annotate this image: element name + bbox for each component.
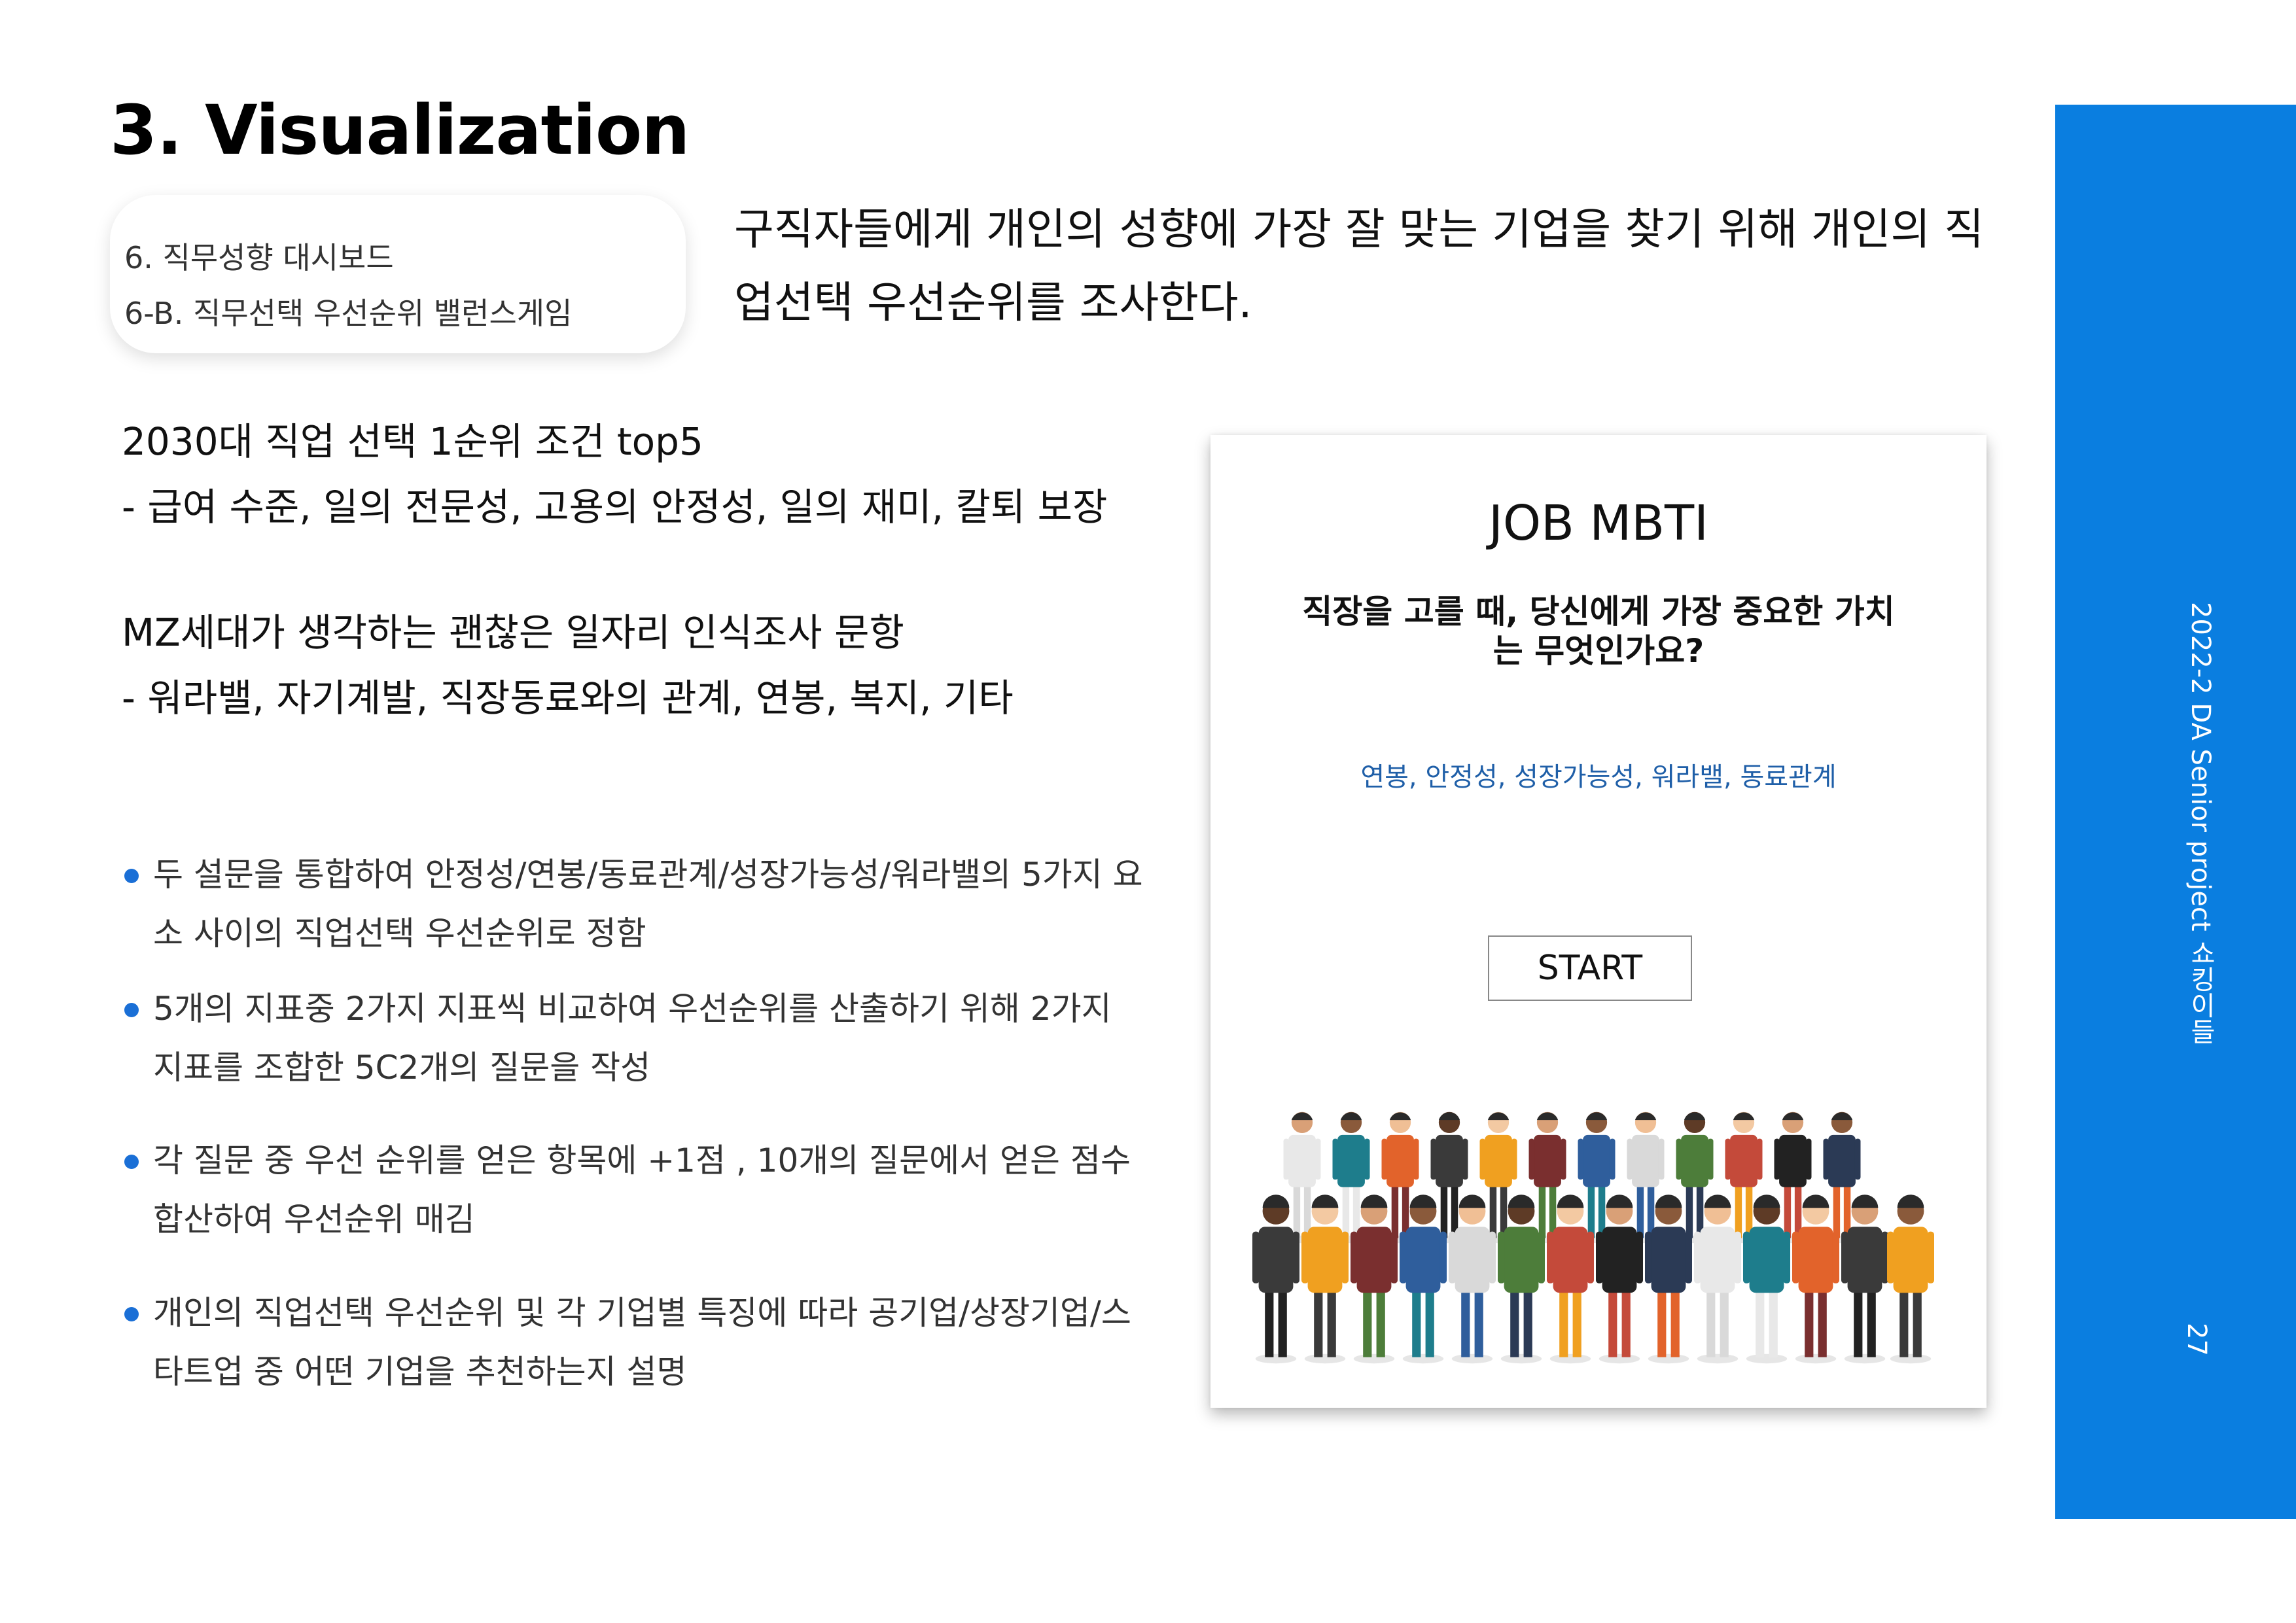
job-mbti-app-screenshot: JOB MBTI 직장을 고를 때, 당신에게 가장 중요한 가치는 무엇인가요… <box>1210 435 1987 1408</box>
bullet-dot-icon <box>124 869 139 883</box>
bullet-text: 개인의 직업선택 우선순위 및 각 기업별 특징에 따라 공기업/상장기업/스타… <box>153 1294 1131 1391</box>
section1-body: - 급여 수준, 일의 전문성, 고용의 안정성, 일의 재미, 칼퇴 보장 <box>122 485 1108 529</box>
bullet-text: 각 질문 중 우선 순위를 얻은 항목에 +1점 , 10개의 질문에서 얻은 … <box>153 1142 1131 1238</box>
section1-heading: 2030대 직업 선택 1순위 조건 top5 <box>122 419 703 464</box>
app-options: 연봉, 안정성, 성장가능성, 워라밸, 동료관계 <box>1360 762 1837 792</box>
bullet-dot-icon <box>124 1307 139 1321</box>
workers-crowd-illustration <box>1252 1111 1934 1364</box>
nav-line-dashboard: 6. 직무성향 대시보드 <box>124 240 394 275</box>
section-nav-pill: 6. 직무성향 대시보드 6-B. 직무선택 우선순위 밸런스게임 <box>110 195 686 353</box>
bullet-dot-icon <box>124 1003 139 1017</box>
slide-title: 3. Visualization <box>110 90 690 170</box>
section2-heading: MZ세대가 생각하는 괜찮은 일자리 인식조사 문항 <box>122 610 904 655</box>
bullet-text: 두 설문을 통합하여 안정성/연봉/동료관계/성장가능성/워라밸의 5가지 요소… <box>153 856 1143 952</box>
sidebar-project-label: 2022-2 DA Senior project 쇼킹이들 <box>2185 602 2216 1045</box>
app-title: JOB MBTI <box>1489 495 1708 551</box>
sidebar-accent <box>2055 105 2296 1519</box>
start-button[interactable]: START <box>1488 935 1692 1001</box>
nav-line-balance-game: 6-B. 직무선택 우선순위 밸런스게임 <box>124 296 573 331</box>
page-number: 27 <box>2181 1323 2212 1356</box>
bullet-dot-icon <box>124 1155 139 1169</box>
intro-text: 구직자들에게 개인의 성향에 가장 잘 맞는 기업을 찾기 위해 개인의 직업선… <box>734 204 1984 328</box>
bullet-text: 5개의 지표중 2가지 지표씩 비교하여 우선순위를 산출하기 위해 2가지 지… <box>153 990 1112 1087</box>
app-question: 직장을 고를 때, 당신에게 가장 중요한 가치는 무엇인가요? <box>1302 593 1895 670</box>
section2-body: - 워라밸, 자기계발, 직장동료와의 관계, 연봉, 복지, 기타 <box>122 676 1014 720</box>
